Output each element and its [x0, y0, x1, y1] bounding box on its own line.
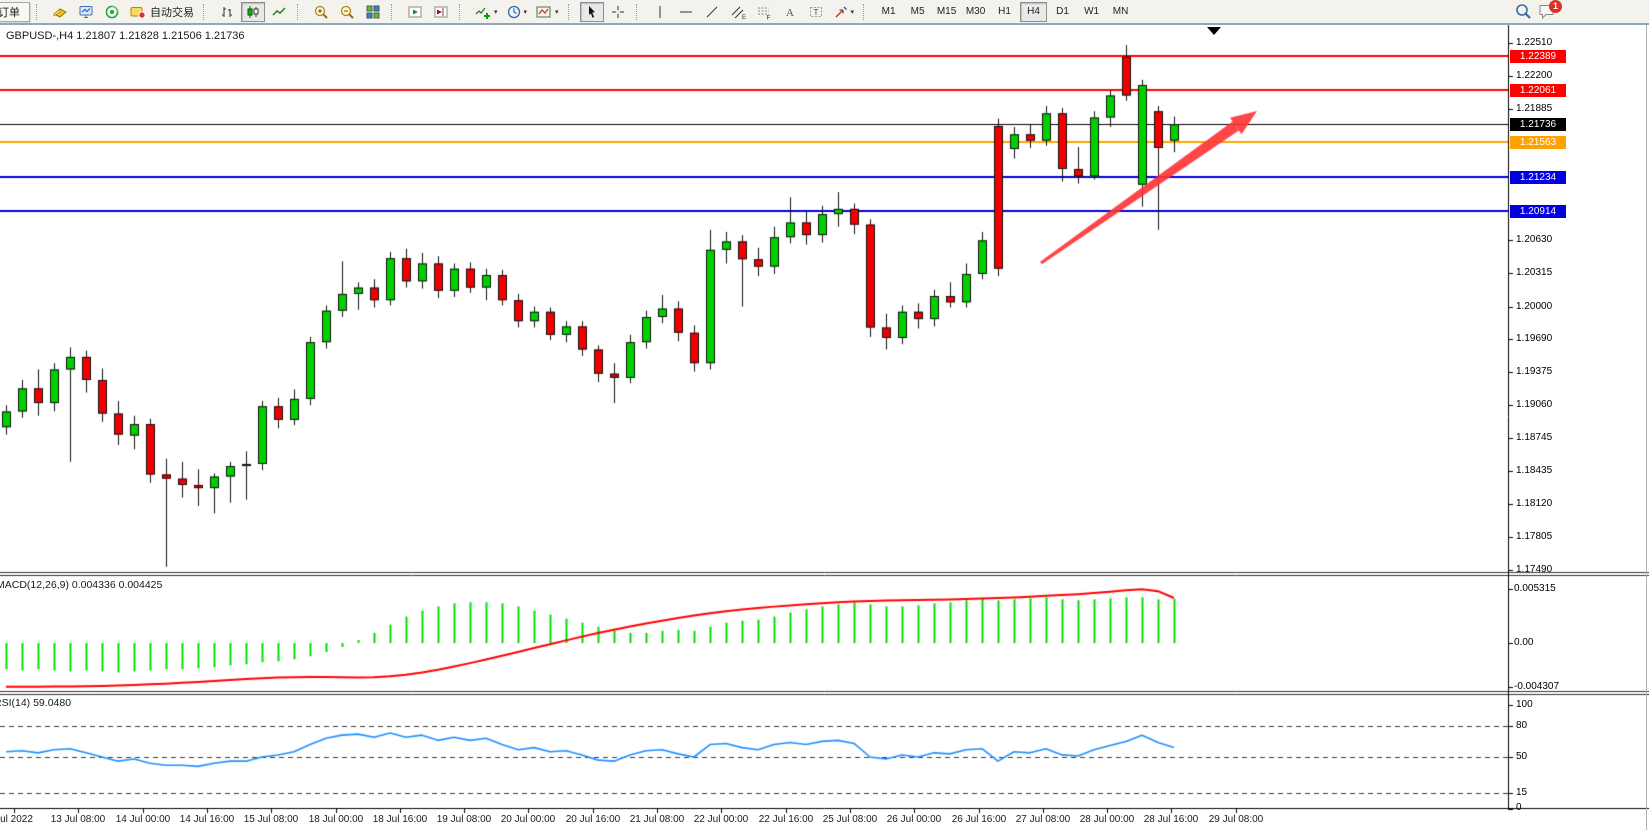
label-button[interactable]: T: [804, 2, 828, 22]
toolbar-grip: [636, 4, 641, 20]
notification-badge[interactable]: 1: [1549, 0, 1562, 13]
text-icon: A: [782, 4, 798, 20]
chart-shift-button[interactable]: [429, 2, 453, 22]
equidistant-channel-icon: E: [730, 4, 746, 20]
tile-windows-icon: [365, 4, 381, 20]
chevron-down-icon: ▾: [524, 8, 528, 16]
toolbar-grip: [459, 4, 464, 20]
text-button[interactable]: A: [778, 2, 802, 22]
tf-label: H1: [998, 6, 1011, 17]
tf-label: M15: [937, 6, 956, 17]
window-right-edge: [1646, 25, 1647, 830]
auto-scroll-icon: [407, 4, 423, 20]
svg-text:F: F: [766, 14, 770, 20]
fibonacci-icon: F: [756, 4, 772, 20]
tf-h4-button[interactable]: H4: [1020, 2, 1047, 22]
autotrading-icon: [129, 4, 147, 20]
candlestick-chart-icon: [245, 4, 261, 20]
toolbar-grip: [203, 4, 208, 20]
zoom-out-icon: [339, 4, 355, 20]
crosshair-icon: [610, 4, 626, 20]
horizontal-line-button[interactable]: [674, 2, 698, 22]
channel-button[interactable]: E: [726, 2, 750, 22]
tf-label: M30: [966, 6, 985, 17]
bar-chart-button[interactable]: [215, 2, 239, 22]
bar-chart-icon: [219, 4, 235, 20]
chart-title: GBPUSD-,H4 1.21807 1.21828 1.21506 1.217…: [6, 30, 245, 42]
toolbar-grip: [863, 4, 868, 20]
clock-icon: [506, 4, 522, 20]
templates-button[interactable]: ▾: [532, 2, 562, 22]
tf-label: D1: [1056, 6, 1069, 17]
tf-label: MN: [1113, 6, 1129, 17]
chart-shift-marker[interactable]: [1207, 27, 1221, 35]
template-icon: [535, 4, 553, 20]
crosshair-button[interactable]: [606, 2, 630, 22]
vertical-line-icon: [652, 4, 668, 20]
add-indicator-icon: [474, 4, 492, 20]
tf-label: W1: [1084, 6, 1099, 17]
tf-m1-button[interactable]: M1: [875, 2, 902, 22]
autotrading-button[interactable]: 自动交易: [126, 2, 197, 22]
periods-button[interactable]: ▾: [503, 2, 531, 22]
tf-label: M1: [882, 6, 896, 17]
tile-windows-button[interactable]: [361, 2, 385, 22]
trendline-icon: [704, 4, 720, 20]
trendline-button[interactable]: [700, 2, 724, 22]
tf-h1-button[interactable]: H1: [991, 2, 1018, 22]
zoom-in-button[interactable]: [309, 2, 333, 22]
toolbar: 订单 自动交易 ▾ ▾ ▾ E F A T ▾ M1 M5 M15 M30 H1…: [0, 0, 1649, 25]
autotrading-label: 自动交易: [150, 4, 194, 20]
toolbar-grip: [391, 4, 396, 20]
svg-text:T: T: [813, 8, 818, 17]
auto-scroll-button[interactable]: [403, 2, 427, 22]
terminal-button[interactable]: [74, 2, 98, 22]
horizontal-line-icon: [678, 4, 694, 20]
tf-d1-button[interactable]: D1: [1049, 2, 1076, 22]
tf-w1-button[interactable]: W1: [1078, 2, 1105, 22]
rsi-label: RSI(14) 59.0480: [0, 697, 71, 709]
fibonacci-button[interactable]: F: [752, 2, 776, 22]
toolbar-grip: [297, 4, 302, 20]
cursor-icon: [584, 4, 600, 20]
tf-mn-button[interactable]: MN: [1107, 2, 1134, 22]
search-icon: [1514, 2, 1532, 20]
signal-button[interactable]: [100, 2, 124, 22]
signal-icon: [103, 4, 121, 20]
arrows-button[interactable]: ▾: [830, 2, 858, 22]
chevron-down-icon: ▾: [494, 8, 498, 16]
text-label-icon: T: [808, 4, 824, 20]
svg-text:A: A: [786, 7, 794, 19]
price-chart-canvas[interactable]: [0, 0, 1649, 830]
vertical-line-button[interactable]: [648, 2, 672, 22]
tf-label: M5: [911, 6, 925, 17]
macd-label: MACD(12,26,9) 0.004336 0.004425: [0, 579, 162, 591]
terminal-icon: [77, 4, 95, 20]
cursor-button[interactable]: [580, 2, 604, 22]
candlestick-chart-button[interactable]: [241, 2, 265, 22]
market-watch-button[interactable]: [48, 2, 72, 22]
tf-m30-button[interactable]: M30: [962, 2, 989, 22]
zoom-in-icon: [313, 4, 329, 20]
toolbar-grip: [36, 4, 41, 20]
chart-shift-icon: [433, 4, 449, 20]
arrow-objects-icon: [833, 4, 849, 20]
gold-bar-icon: [51, 4, 69, 20]
chevron-down-icon: ▾: [555, 8, 559, 16]
line-chart-button[interactable]: [267, 2, 291, 22]
chevron-down-icon: ▾: [851, 8, 855, 16]
toolbar-grip: [568, 4, 573, 20]
zoom-out-button[interactable]: [335, 2, 359, 22]
tf-label: H4: [1027, 6, 1040, 17]
svg-text:E: E: [742, 15, 746, 20]
indicators-button[interactable]: ▾: [471, 2, 501, 22]
search-button[interactable]: [1511, 1, 1535, 21]
trading-terminal-window: { "toolbar": { "new_order_label": "订单", …: [0, 0, 1649, 830]
line-chart-icon: [271, 4, 287, 20]
tf-m5-button[interactable]: M5: [904, 2, 931, 22]
tf-m15-button[interactable]: M15: [933, 2, 960, 22]
new-order-button[interactable]: 订单: [0, 2, 30, 22]
